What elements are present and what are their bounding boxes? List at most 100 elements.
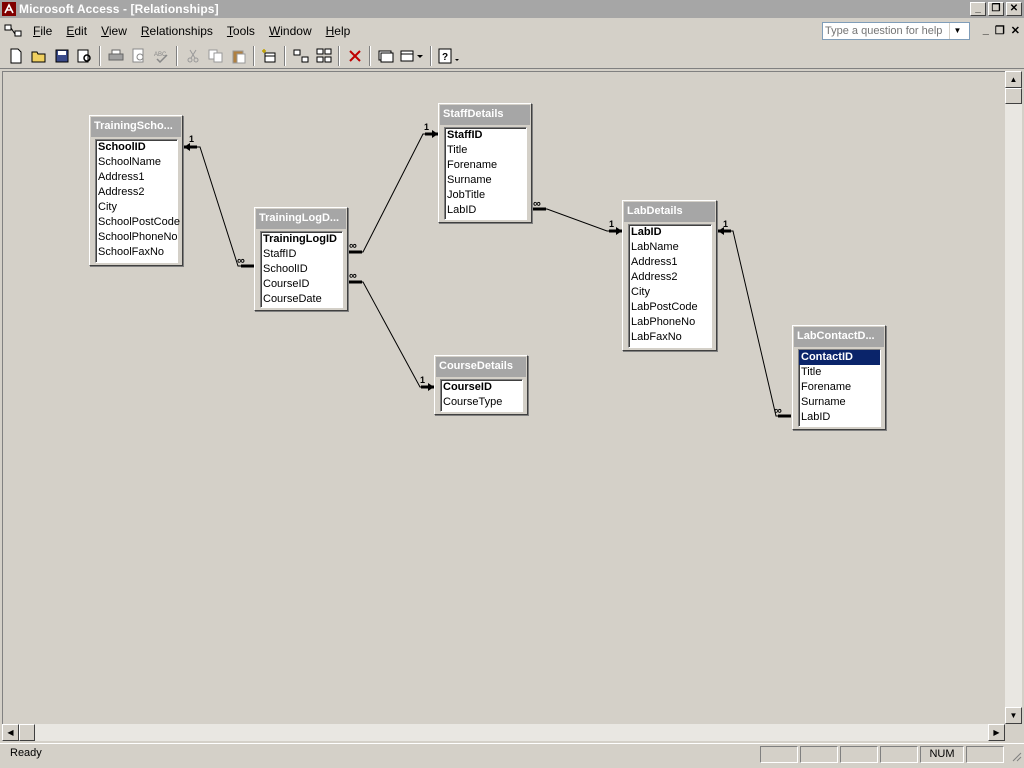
show-all-relationships-icon[interactable] (312, 45, 335, 67)
field-item[interactable]: SchoolName (96, 155, 177, 170)
new-object-icon[interactable] (397, 45, 427, 67)
field-item[interactable]: LabName (629, 240, 711, 255)
delete-icon[interactable] (343, 45, 366, 67)
copy-icon[interactable] (204, 45, 227, 67)
horizontal-scrollbar[interactable]: ◀ ▶ (2, 724, 1005, 741)
field-item[interactable]: LabID (799, 410, 880, 425)
field-item[interactable]: StaffID (261, 247, 342, 262)
title-bar: Microsoft Access - [Relationships] _ ❐ ✕ (0, 0, 1024, 18)
scroll-down-arrow-icon[interactable]: ▼ (1005, 707, 1022, 724)
field-item[interactable]: CourseID (261, 277, 342, 292)
relationships-window-icon[interactable] (0, 21, 26, 41)
spelling-icon[interactable]: ABC (150, 45, 173, 67)
minimize-button[interactable]: _ (970, 2, 986, 16)
field-item[interactable]: CourseID (441, 380, 522, 395)
new-icon[interactable] (4, 45, 27, 67)
help-dropdown-arrow-icon[interactable]: ▼ (949, 23, 965, 39)
mdi-close-button[interactable]: ✕ (1011, 24, 1020, 37)
scroll-right-arrow-icon[interactable]: ▶ (988, 724, 1005, 741)
field-item[interactable]: Address2 (96, 185, 177, 200)
field-item[interactable]: LabID (629, 225, 711, 240)
menu-edit[interactable]: Edit (59, 24, 94, 38)
field-item[interactable]: Surname (799, 395, 880, 410)
field-list[interactable]: LabID LabName Address1 Address2 City Lab… (628, 224, 712, 348)
open-folder-icon[interactable] (27, 45, 50, 67)
field-item-selected[interactable]: ContactID (799, 350, 880, 365)
menu-file[interactable]: File (26, 24, 59, 38)
database-window-icon[interactable] (374, 45, 397, 67)
table-title[interactable]: TrainingLogD... (256, 209, 346, 229)
scroll-left-arrow-icon[interactable]: ◀ (2, 724, 19, 741)
table-training-schools[interactable]: TrainingScho... SchoolID SchoolName Addr… (89, 115, 183, 266)
show-table-icon[interactable] (258, 45, 281, 67)
field-list[interactable]: SchoolID SchoolName Address1 Address2 Ci… (95, 139, 180, 263)
table-title[interactable]: LabDetails (624, 202, 715, 222)
field-item[interactable]: City (96, 200, 177, 215)
field-item[interactable]: Forename (445, 158, 526, 173)
table-title[interactable]: CourseDetails (436, 357, 526, 377)
print-icon[interactable] (104, 45, 127, 67)
field-list[interactable]: StaffID Title Forename Surname JobTitle … (444, 127, 527, 220)
mdi-restore-button[interactable]: ❐ (995, 24, 1005, 37)
menu-view[interactable]: View (94, 24, 134, 38)
field-item[interactable]: Title (799, 365, 880, 380)
field-list[interactable]: ContactID Title Forename Surname LabID (798, 349, 881, 427)
table-training-log[interactable]: TrainingLogD... TrainingLogID StaffID Sc… (254, 207, 348, 311)
field-item[interactable]: LabID (445, 203, 526, 218)
help-search-input[interactable] (823, 25, 949, 37)
field-item[interactable]: Address1 (96, 170, 177, 185)
field-item[interactable]: SchoolID (96, 140, 177, 155)
field-item[interactable]: StaffID (445, 128, 526, 143)
field-list[interactable]: TrainingLogID StaffID SchoolID CourseID … (260, 231, 343, 308)
show-direct-icon[interactable] (289, 45, 312, 67)
field-item[interactable]: CourseType (441, 395, 522, 410)
access-key-icon[interactable] (1, 1, 17, 17)
restore-button[interactable]: ❐ (988, 2, 1004, 16)
help-search-box[interactable]: ▼ (822, 22, 970, 40)
field-item[interactable]: SchoolFaxNo (96, 245, 177, 260)
close-button[interactable]: ✕ (1006, 2, 1022, 16)
horizontal-scroll-thumb[interactable] (19, 724, 35, 741)
scroll-up-arrow-icon[interactable]: ▲ (1005, 71, 1022, 88)
field-item[interactable]: Address1 (629, 255, 711, 270)
help-icon[interactable]: ? (435, 45, 465, 67)
table-lab-contacts[interactable]: LabContactD... ContactID Title Forename … (792, 325, 886, 430)
field-item[interactable]: LabPhoneNo (629, 315, 711, 330)
svg-text:?: ? (442, 52, 448, 63)
vertical-scroll-thumb[interactable] (1005, 88, 1022, 104)
field-item[interactable]: City (629, 285, 711, 300)
cut-icon[interactable] (181, 45, 204, 67)
resize-grip-icon[interactable] (1010, 750, 1022, 762)
field-item[interactable]: TrainingLogID (261, 232, 342, 247)
field-item[interactable]: Title (445, 143, 526, 158)
search-file-icon[interactable] (73, 45, 96, 67)
table-lab-details[interactable]: LabDetails LabID LabName Address1 Addres… (622, 200, 717, 351)
table-course-details[interactable]: CourseDetails CourseID CourseType (434, 355, 528, 415)
field-item[interactable]: SchoolPostCode (96, 215, 180, 230)
menu-window[interactable]: Window (262, 24, 319, 38)
field-item[interactable]: Address2 (629, 270, 711, 285)
vertical-scrollbar[interactable]: ▲ ▼ (1005, 71, 1022, 724)
menu-relationships[interactable]: Relationships (134, 24, 220, 38)
menu-help[interactable]: Help (319, 24, 358, 38)
save-icon[interactable] (50, 45, 73, 67)
table-title[interactable]: TrainingScho... (91, 117, 181, 137)
field-item[interactable]: LabPostCode (629, 300, 711, 315)
table-title[interactable]: StaffDetails (440, 105, 530, 125)
mdi-minimize-button[interactable]: _ (983, 24, 989, 37)
paste-icon[interactable] (227, 45, 250, 67)
print-preview-icon[interactable] (127, 45, 150, 67)
field-item[interactable]: CourseDate (261, 292, 342, 307)
status-num-indicator: NUM (920, 746, 964, 763)
field-list[interactable]: CourseID CourseType (440, 379, 523, 412)
field-item[interactable]: Surname (445, 173, 526, 188)
field-item[interactable]: JobTitle (445, 188, 526, 203)
field-item[interactable]: SchoolID (261, 262, 342, 277)
status-panel (880, 746, 918, 763)
menu-tools[interactable]: Tools (220, 24, 262, 38)
field-item[interactable]: SchoolPhoneNo (96, 230, 178, 245)
table-staff-details[interactable]: StaffDetails StaffID Title Forename Surn… (438, 103, 532, 223)
field-item[interactable]: Forename (799, 380, 880, 395)
table-title[interactable]: LabContactD... (794, 327, 884, 347)
field-item[interactable]: LabFaxNo (629, 330, 711, 345)
